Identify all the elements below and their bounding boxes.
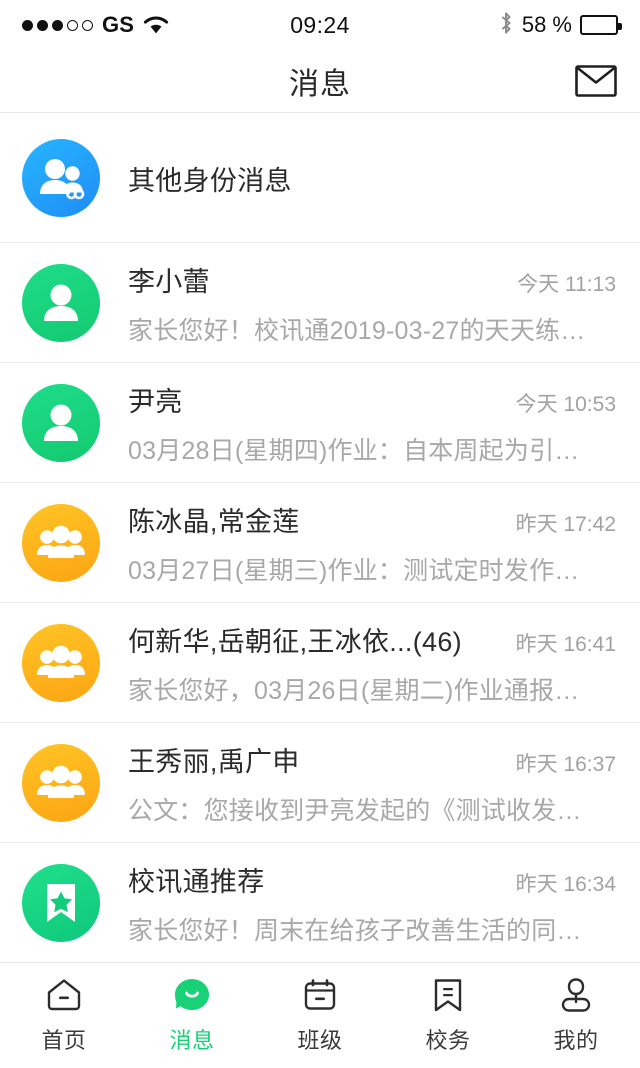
list-item-preview: 家长您好，03月26日(星期二)作业通报… (128, 676, 580, 705)
list-item-body: 何新华,岳朝征,王冰依...(46) 昨天 16:41 家长您好，03月26日(… (128, 620, 616, 707)
list-item-name: 李小蕾 (128, 266, 210, 297)
signal-strength-icon (22, 19, 93, 31)
list-item-name: 其他身份消息 (128, 165, 292, 196)
calendar-icon (303, 976, 337, 1014)
list-item-time: 昨天 17:42 (515, 512, 616, 536)
list-item-name: 王秀丽,禹广申 (128, 746, 300, 777)
list-item[interactable]: 李小蕾 今天 11:13 家长您好！校讯通2019-03-27的天天练… (0, 243, 640, 363)
status-bar: GS 09:24 58 % (0, 0, 640, 50)
phone-screen: GS 09:24 58 % 消息 其他身份消息 李小蕾 今天 11:13 家长您… (0, 0, 640, 1068)
page-title: 消息 (289, 68, 351, 101)
tab-class[interactable]: 班级 (256, 976, 384, 1055)
list-item-top: 尹亮 今天 10:53 (128, 380, 616, 419)
tab-school-affairs[interactable]: 校务 (384, 976, 512, 1055)
bookmark-lines-icon (433, 976, 463, 1014)
tab-profile[interactable]: 我的 (512, 976, 640, 1055)
list-item-body: 其他身份消息 (128, 159, 616, 198)
list-item[interactable]: 校讯通推荐 昨天 16:34 家长您好！周末在给孩子改善生活的同… (0, 843, 640, 962)
status-bar-right: 58 % (498, 11, 622, 40)
status-bar-left: GS (22, 12, 169, 38)
group-icon (22, 624, 100, 702)
bottom-tab-bar[interactable]: 首页 消息 班级 校务 我的 (0, 962, 640, 1068)
person-icon (559, 976, 593, 1014)
tab-home[interactable]: 首页 (0, 976, 128, 1055)
group-icon (22, 744, 100, 822)
group-icon (22, 504, 100, 582)
tab-label: 首页 (41, 1028, 87, 1053)
list-item-preview: 03月27日(星期三)作业：测试定时发作… (128, 556, 580, 585)
list-item[interactable]: 王秀丽,禹广申 昨天 16:37 公文：您接收到尹亮发起的《测试收发… (0, 723, 640, 843)
battery-icon (580, 15, 622, 35)
list-item-time: 昨天 16:34 (515, 872, 616, 896)
person-icon (22, 264, 100, 342)
list-item[interactable]: 何新华,岳朝征,王冰依...(46) 昨天 16:41 家长您好，03月26日(… (0, 603, 640, 723)
list-item-time: 昨天 16:37 (515, 752, 616, 776)
list-item-name: 何新华,岳朝征,王冰依...(46) (128, 626, 462, 657)
app-header: 消息 (0, 50, 640, 113)
list-item-top: 陈冰晶,常金莲 昨天 17:42 (128, 500, 616, 539)
list-item-top: 王秀丽,禹广申 昨天 16:37 (128, 740, 616, 779)
list-item-top: 校讯通推荐 昨天 16:34 (128, 860, 616, 899)
tab-label: 班级 (297, 1028, 343, 1053)
tab-label: 消息 (169, 1028, 215, 1053)
list-item-preview: 家长您好！周末在给孩子改善生活的同… (128, 916, 582, 945)
bookmark-star-icon (22, 864, 100, 942)
list-item-time: 今天 10:53 (515, 392, 616, 416)
list-item-body: 尹亮 今天 10:53 03月28日(星期四)作业：自本周起为引… (128, 380, 616, 467)
list-item-preview: 公文：您接收到尹亮发起的《测试收发… (128, 796, 582, 825)
list-item-name: 校讯通推荐 (128, 866, 265, 897)
list-item-top: 何新华,岳朝征,王冰依...(46) 昨天 16:41 (128, 620, 616, 659)
list-item[interactable]: 陈冰晶,常金莲 昨天 17:42 03月27日(星期三)作业：测试定时发作… (0, 483, 640, 603)
list-item[interactable]: 其他身份消息 (0, 113, 640, 243)
battery-percent-label: 58 % (521, 12, 572, 37)
list-item-time: 今天 11:13 (517, 272, 616, 296)
list-item-body: 李小蕾 今天 11:13 家长您好！校讯通2019-03-27的天天练… (128, 260, 616, 347)
conversation-list[interactable]: 其他身份消息 李小蕾 今天 11:13 家长您好！校讯通2019-03-27的天… (0, 113, 640, 962)
tab-label: 我的 (553, 1028, 599, 1053)
list-item-body: 王秀丽,禹广申 昨天 16:37 公文：您接收到尹亮发起的《测试收发… (128, 740, 616, 827)
list-item-top: 李小蕾 今天 11:13 (128, 260, 616, 299)
list-item-time: 昨天 16:41 (515, 632, 616, 656)
list-item-preview: 03月28日(星期四)作业：自本周起为引… (128, 436, 580, 465)
list-item-preview: 家长您好！校讯通2019-03-27的天天练… (128, 316, 586, 345)
list-item[interactable]: 尹亮 今天 10:53 03月28日(星期四)作业：自本周起为引… (0, 363, 640, 483)
person-icon (22, 384, 100, 462)
message-bubble-icon (173, 976, 211, 1014)
two-people-infinity-icon (22, 139, 100, 217)
bluetooth-icon (498, 11, 514, 40)
tab-messages[interactable]: 消息 (128, 976, 256, 1055)
list-item-name: 陈冰晶,常金莲 (128, 506, 300, 537)
carrier-label: GS (102, 12, 135, 37)
list-item-name: 尹亮 (128, 386, 183, 417)
list-item-body: 陈冰晶,常金莲 昨天 17:42 03月27日(星期三)作业：测试定时发作… (128, 500, 616, 587)
wifi-icon (143, 15, 169, 35)
tab-label: 校务 (425, 1028, 471, 1053)
list-item-top: 其他身份消息 (128, 159, 616, 198)
envelope-icon[interactable] (574, 59, 618, 103)
list-item-body: 校讯通推荐 昨天 16:34 家长您好！周末在给孩子改善生活的同… (128, 860, 616, 947)
home-icon (46, 976, 82, 1014)
